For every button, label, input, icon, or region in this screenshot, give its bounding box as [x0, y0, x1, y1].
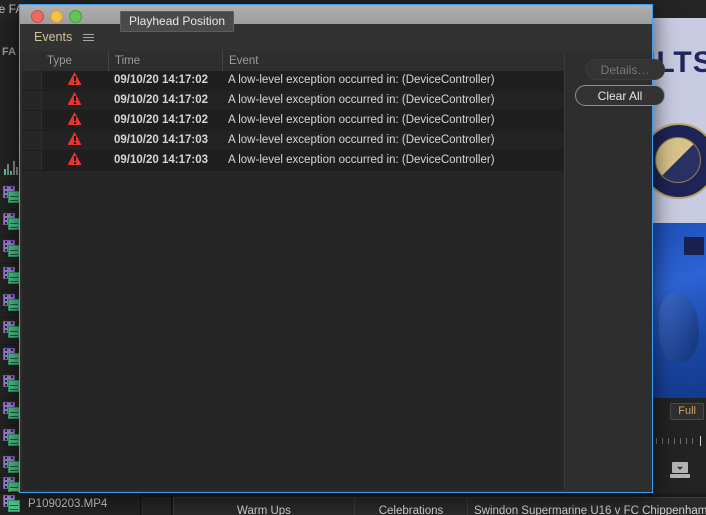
row-event-cell: A low-level exception occurred in: (Devi… [228, 114, 495, 126]
warning-icon [67, 92, 82, 105]
export-frame-icon[interactable] [670, 462, 690, 480]
events-content: Type Time Event 09/10/20 14:17:02 A low-… [20, 51, 665, 492]
row-time-cell: 09/10/20 14:17:03 [114, 154, 208, 166]
timeline-clip-celebrations[interactable]: Celebrations [354, 497, 467, 515]
warning-icon [67, 132, 82, 145]
tab-events-label: Events [34, 30, 73, 44]
row-type-cell [41, 91, 108, 110]
column-header-event[interactable]: Event [222, 51, 564, 71]
selected-file-name: P1090203.MP4 [28, 498, 108, 510]
events-table-header: Type Time Event [22, 51, 564, 72]
timeline-clip-match[interactable]: Swindon Supermarine U16 v FC Chippenham … [467, 497, 706, 515]
row-gutter [22, 71, 42, 90]
timecode-ruler[interactable] [653, 436, 706, 446]
row-event-cell: A low-level exception occurred in: (Devi… [228, 94, 495, 106]
shirt-patch [684, 237, 704, 255]
row-event-cell: A low-level exception occurred in: (Devi… [228, 74, 495, 86]
row-type-cell [41, 131, 108, 150]
events-table[interactable]: Type Time Event 09/10/20 14:17:02 A low-… [22, 51, 565, 490]
warning-icon [67, 152, 82, 165]
window-titlebar[interactable] [20, 5, 652, 25]
wiltshire-fa-crest-icon [653, 123, 706, 199]
row-type-cell [41, 71, 108, 90]
events-button-column: Details… Clear All [565, 51, 665, 492]
warning-icon [67, 112, 82, 125]
row-time-cell: 09/10/20 14:17:02 [114, 74, 208, 86]
row-time-cell: 09/10/20 14:17:02 [114, 94, 208, 106]
row-gutter [22, 91, 42, 110]
close-window-button[interactable] [31, 10, 44, 23]
hamburger-menu-icon[interactable] [82, 33, 94, 42]
table-row[interactable]: 09/10/20 14:17:03 A low-level exception … [22, 151, 564, 171]
fit-level-dropdown[interactable]: Full [670, 403, 704, 420]
window-body: Events Type Time Event 09/10/20 14:17:02… [20, 24, 665, 492]
events-tab-bar: Events [20, 24, 652, 52]
table-row[interactable]: 09/10/20 14:17:02 A low-level exception … [22, 91, 564, 111]
row-type-cell [41, 111, 108, 130]
events-table-body: 09/10/20 14:17:02 A low-level exception … [22, 71, 564, 490]
row-gutter [22, 131, 42, 150]
playhead-marker[interactable] [700, 436, 701, 446]
clear-all-button[interactable]: Clear All [575, 85, 665, 106]
row-event-cell: A low-level exception occurred in: (Devi… [228, 134, 495, 146]
project-group-label: FA [2, 46, 17, 58]
timeline-track-header[interactable] [141, 497, 172, 515]
row-time-cell: 09/10/20 14:17:02 [114, 114, 208, 126]
player-shirt [653, 223, 706, 398]
selected-file-row[interactable]: P1090203.MP4 [0, 492, 141, 515]
column-header-time[interactable]: Time [108, 51, 222, 71]
media-clip-icon [3, 495, 21, 513]
timeline-clip-warm-ups[interactable]: Warm Ups [173, 497, 354, 515]
maximize-window-button[interactable] [69, 10, 82, 23]
row-gutter [22, 151, 42, 170]
tab-events[interactable]: Events [34, 24, 94, 51]
audio-waveform-icon [4, 160, 20, 176]
program-monitor-controls: Full [653, 398, 706, 493]
warning-icon [67, 72, 82, 85]
details-button[interactable]: Details… [585, 59, 665, 80]
row-type-cell [41, 151, 108, 170]
table-row[interactable]: 09/10/20 14:17:02 A low-level exception … [22, 111, 564, 131]
row-gutter [22, 111, 42, 130]
table-row[interactable]: 09/10/20 14:17:03 A low-level exception … [22, 131, 564, 151]
events-window[interactable]: Events Type Time Event 09/10/20 14:17:02… [19, 4, 665, 493]
tooltip-playhead-position: Playhead Position [120, 11, 235, 32]
table-row[interactable]: 09/10/20 14:17:02 A low-level exception … [22, 71, 564, 91]
timeline-panel[interactable]: Warm Ups Celebrations Swindon Supermarin… [141, 493, 706, 515]
row-time-cell: 09/10/20 14:17:03 [114, 134, 208, 146]
row-event-cell: A low-level exception occurred in: (Devi… [228, 154, 495, 166]
minimize-window-button[interactable] [50, 10, 63, 23]
column-header-type[interactable]: Type [41, 51, 108, 71]
